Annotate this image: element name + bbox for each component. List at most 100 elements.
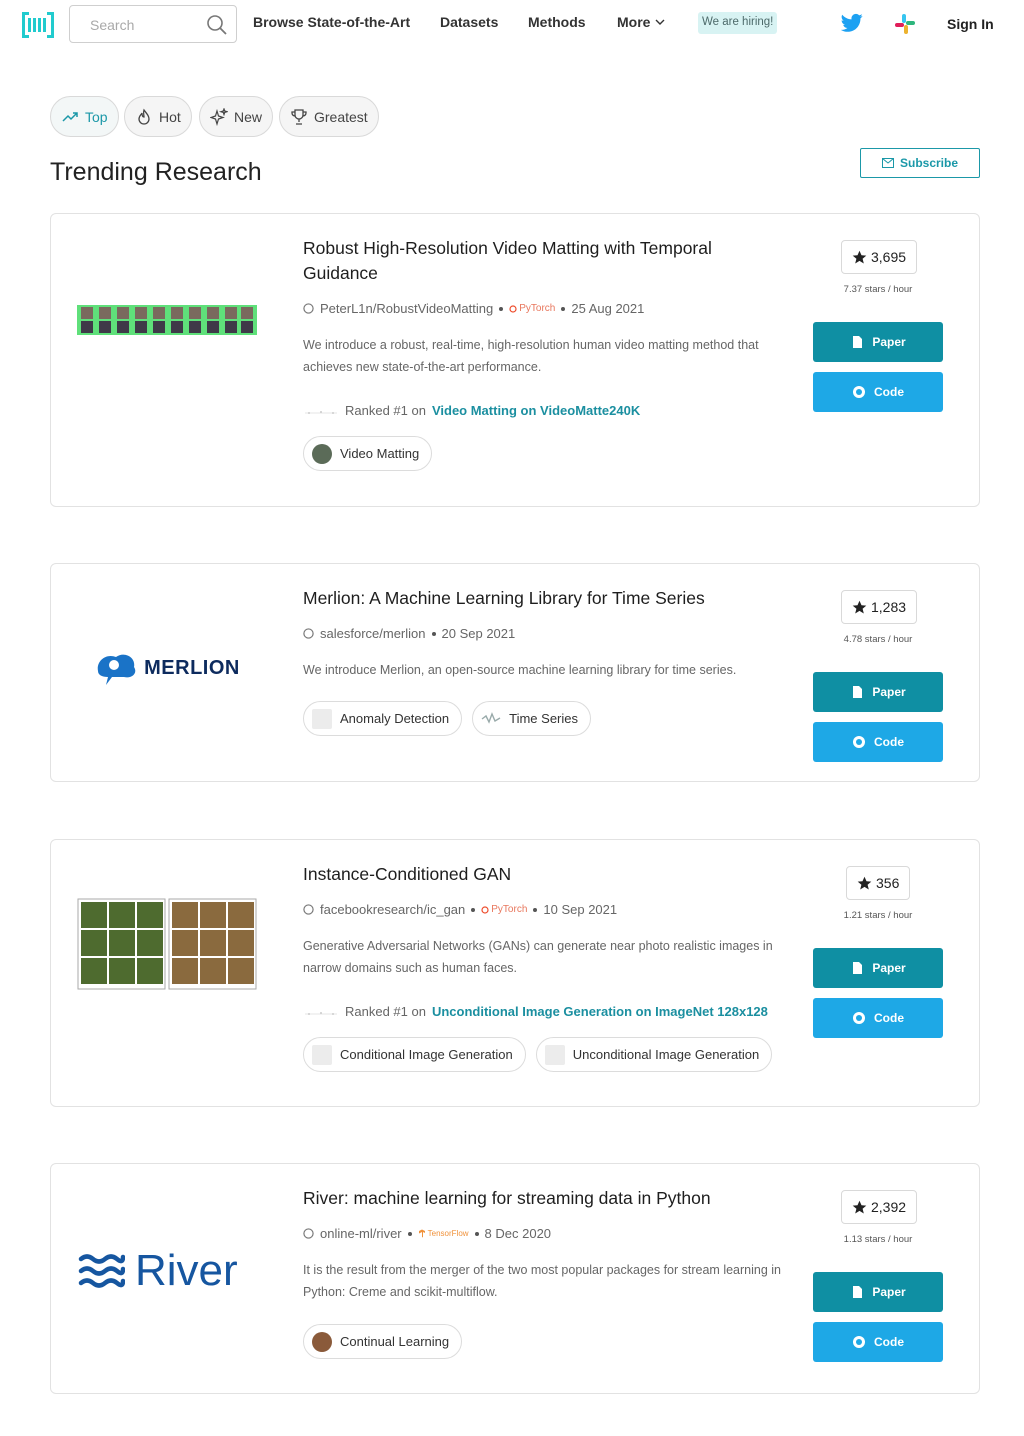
star-icon [852, 250, 867, 263]
star-count-button[interactable]: 2,392 [841, 1190, 918, 1224]
paper-date: 10 Sep 2021 [543, 902, 618, 917]
task-tag[interactable]: Conditional Image Generation [303, 1037, 526, 1072]
paper-title[interactable]: Robust High-Resolution Video Matting wit… [303, 236, 773, 286]
paper-date: 25 Aug 2021 [571, 301, 645, 316]
repo-link[interactable]: facebookresearch/ic_gan [320, 902, 465, 917]
search-icon[interactable] [206, 14, 228, 36]
star-icon [852, 600, 867, 613]
stars-per-hour: 4.78 stars / hour [843, 634, 913, 645]
paper-title[interactable]: Merlion: A Machine Learning Library for … [303, 586, 773, 611]
ranking-row: Ranked #1 on Unconditional Image Generat… [303, 1002, 768, 1020]
paper-date: 20 Sep 2021 [441, 626, 516, 641]
repo-link[interactable]: salesforce/merlion [320, 626, 426, 641]
paper-meta: online-ml/river TensorFlow 8 Dec 2020 [303, 1226, 551, 1241]
document-icon [853, 336, 863, 348]
paper-meta: salesforce/merlion 20 Sep 2021 [303, 626, 515, 641]
paper-thumbnail[interactable]: MERLION [77, 648, 257, 688]
star-count-button[interactable]: 356 [846, 866, 911, 900]
page-title: Trending Research [50, 158, 262, 186]
github-icon [853, 1336, 865, 1348]
paper-card: Robust High-Resolution Video Matting wit… [50, 213, 980, 507]
tab-greatest[interactable]: Greatest [279, 96, 379, 137]
task-tag[interactable]: Continual Learning [303, 1324, 463, 1359]
task-tag[interactable]: Anomaly Detection [303, 701, 463, 736]
github-icon [303, 1228, 314, 1239]
pytorch-badge: PyTorch [509, 303, 555, 314]
ranked-prefix: Ranked #1 on [345, 1003, 426, 1019]
github-icon [853, 1012, 865, 1024]
tab-new[interactable]: New [199, 96, 274, 137]
paper-card: MERLION Merlion: A Machine Learning Libr… [50, 563, 980, 782]
nav-more-label: More [617, 14, 651, 30]
subscribe-button[interactable]: Subscribe [860, 148, 980, 178]
tensorflow-icon [418, 1229, 425, 1238]
tab-label: Top [85, 108, 108, 125]
pytorch-icon [509, 305, 517, 313]
twitter-icon[interactable] [841, 13, 863, 33]
separator-dot [533, 907, 538, 912]
tensorflow-badge: TensorFlow [418, 1229, 469, 1238]
paper-card: Instance-Conditioned GAN facebookresearc… [50, 839, 980, 1107]
hiring-badge[interactable]: We are hiring! [698, 12, 778, 34]
tab-label: New [234, 108, 263, 125]
github-icon [303, 904, 314, 915]
paper-title[interactable]: River: machine learning for streaming da… [303, 1186, 773, 1211]
ranked-task-link[interactable]: Unconditional Image Generation on ImageN… [432, 1004, 768, 1019]
time-series-icon [481, 711, 501, 724]
star-count-button[interactable]: 1,283 [841, 590, 918, 624]
task-tags: Continual Learning [303, 1324, 463, 1359]
pytorch-badge: PyTorch [481, 904, 527, 915]
tab-top[interactable]: Top [50, 96, 119, 137]
nav-datasets-link[interactable]: Datasets [440, 14, 498, 30]
merlion-logo-text: MERLION [144, 656, 240, 679]
tab-label: Greatest [314, 108, 368, 125]
paper-button[interactable]: Paper [813, 1272, 943, 1312]
pytorch-icon [481, 906, 489, 914]
stars-per-hour: 1.21 stars / hour [843, 910, 913, 921]
task-tag[interactable]: Video Matting [303, 436, 433, 471]
paper-button[interactable]: Paper [813, 948, 943, 988]
ranking-chart-icon [305, 1012, 337, 1015]
ranking-chart-icon [305, 411, 337, 414]
task-tag[interactable]: Unconditional Image Generation [535, 1037, 773, 1072]
paper-button[interactable]: Paper [813, 672, 943, 712]
separator-dot [561, 306, 566, 311]
paper-thumbnail[interactable] [77, 305, 257, 335]
video-matting-icon [312, 443, 332, 464]
paper-thumbnail[interactable]: River [77, 1246, 257, 1296]
code-button[interactable]: Code [813, 1322, 943, 1362]
task-tag[interactable]: Time Series [472, 701, 591, 736]
github-icon [303, 628, 314, 639]
slack-icon[interactable] [894, 13, 916, 35]
github-icon [853, 386, 865, 398]
paper-description: It is the result from the merger of the … [303, 1263, 781, 1299]
papers-with-code-logo-icon[interactable] [22, 12, 54, 38]
ranked-task-link[interactable]: Video Matting on VideoMatte240K [432, 403, 640, 418]
nav-browse-sota-link[interactable]: Browse State-of-the-Art [253, 14, 410, 30]
paper-meta: facebookresearch/ic_gan PyTorch 10 Sep 2… [303, 902, 617, 917]
code-button[interactable]: Code [813, 998, 943, 1038]
paper-description: We introduce Merlion, an open-source mac… [303, 663, 737, 677]
anomaly-detection-icon [312, 708, 332, 729]
document-icon [853, 686, 863, 698]
search-box [69, 5, 237, 43]
paper-meta: PeterL1n/RobustVideoMatting PyTorch 25 A… [303, 301, 644, 316]
nav-methods-link[interactable]: Methods [528, 14, 586, 30]
top-nav: Browse State-of-the-Art Datasets Methods… [0, 0, 1024, 50]
envelope-icon [881, 158, 894, 168]
star-count-button[interactable]: 3,695 [841, 240, 918, 274]
paper-thumbnail[interactable] [77, 898, 257, 991]
star-icon [852, 1200, 867, 1213]
paper-button[interactable]: Paper [813, 322, 943, 362]
document-icon [853, 1286, 863, 1298]
sign-in-link[interactable]: Sign In [947, 16, 994, 32]
separator-dot [474, 1231, 479, 1236]
code-button[interactable]: Code [813, 372, 943, 412]
nav-more-dropdown[interactable]: More [617, 14, 665, 30]
repo-link[interactable]: online-ml/river [320, 1226, 402, 1241]
tab-hot[interactable]: Hot [124, 96, 192, 137]
code-button[interactable]: Code [813, 722, 943, 762]
repo-link[interactable]: PeterL1n/RobustVideoMatting [320, 301, 493, 316]
paper-title[interactable]: Instance-Conditioned GAN [303, 862, 773, 887]
search-input[interactable] [90, 15, 200, 35]
